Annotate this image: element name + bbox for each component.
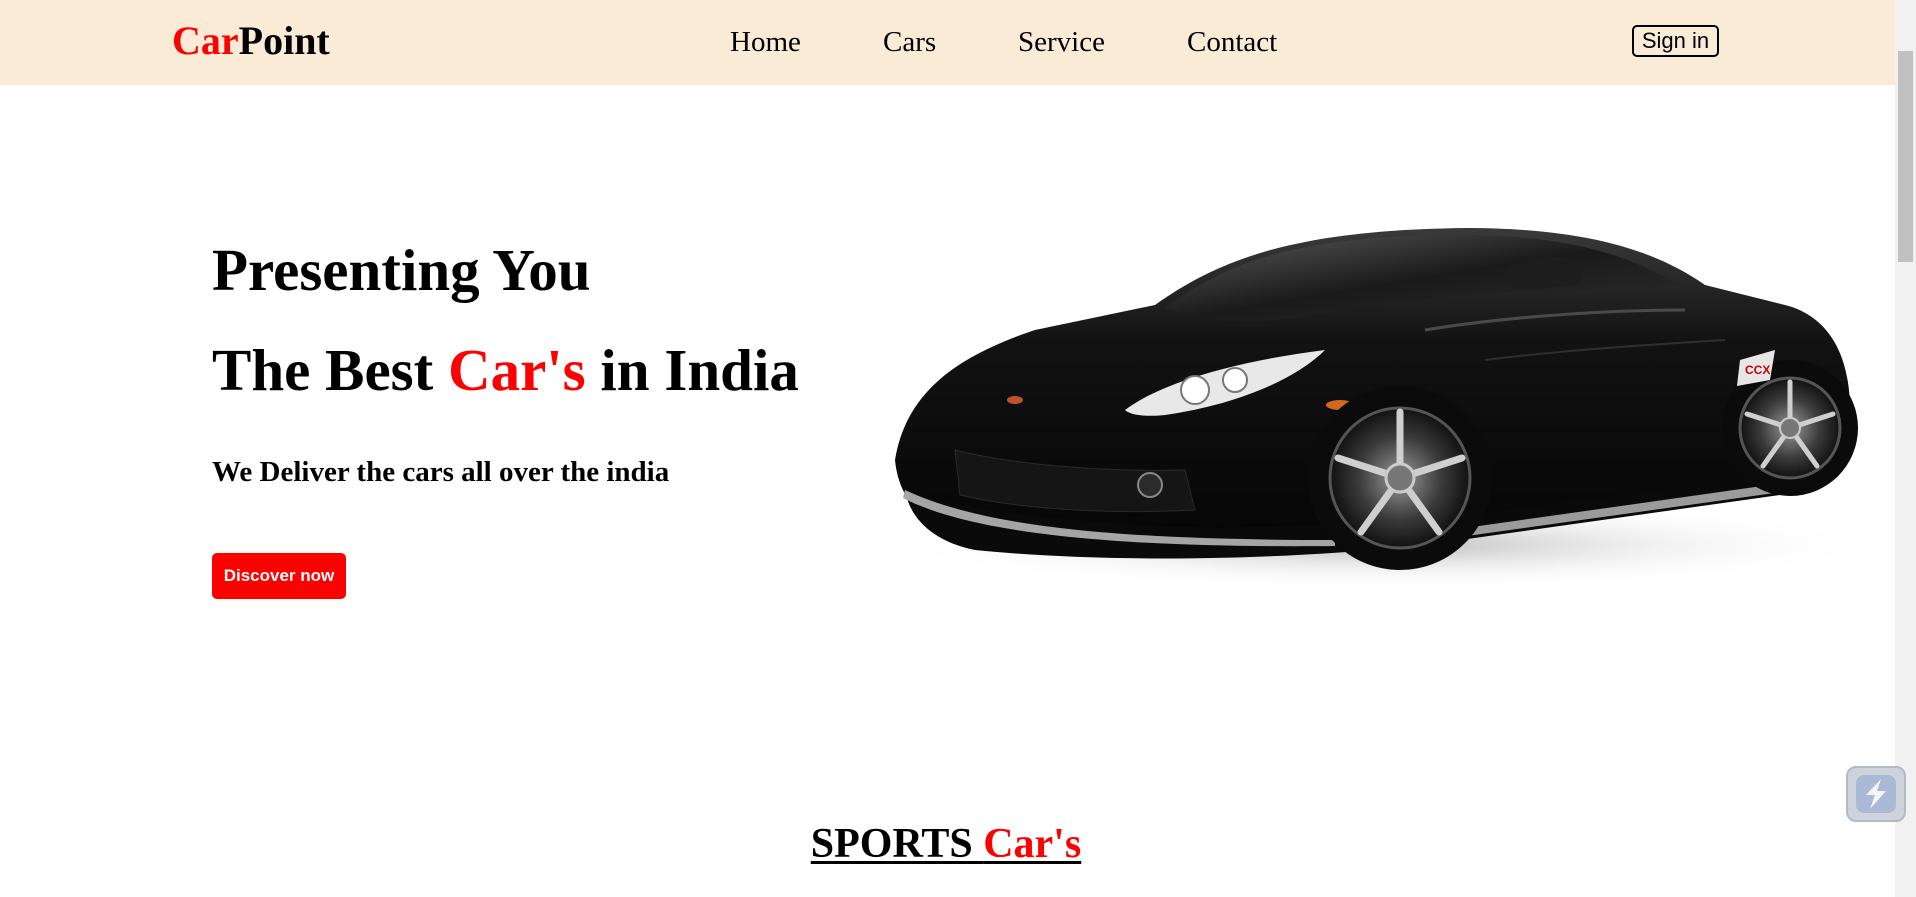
hero-car-image: CCX [865, 210, 1885, 592]
hero-line2-highlight: Car's [448, 337, 586, 403]
hero-line2-suffix: in India [585, 337, 799, 403]
navbar: CarPoint Home Cars Service Contact Sign … [0, 0, 1895, 85]
nav-home[interactable]: Home [730, 22, 801, 62]
logo-part-car: Car [172, 18, 239, 63]
lightning-bolt-icon [1856, 775, 1896, 813]
sports-heading-highlight: Car's [983, 821, 1082, 867]
hero-subtitle: We Deliver the cars all over the india [212, 456, 670, 488]
logo-part-point: Point [238, 18, 330, 63]
hero-heading-line2: The Best Car's in India [212, 336, 799, 404]
sports-cars-heading: SPORTS Car's [0, 818, 1892, 870]
nav-cars[interactable]: Cars [883, 22, 936, 62]
page-scrollbar[interactable] [1895, 0, 1916, 897]
scrollbar-thumb[interactable] [1898, 51, 1913, 262]
floating-widget-button[interactable] [1846, 766, 1906, 822]
nav-contact[interactable]: Contact [1187, 22, 1277, 62]
hero-line2-prefix: The Best [212, 337, 448, 403]
black-sports-car-icon: CCX [885, 228, 1885, 590]
sign-in-button[interactable]: Sign in [1632, 25, 1719, 57]
svg-text:CCX: CCX [1745, 363, 1770, 377]
sports-heading-text: SPORTS Car's [811, 818, 1081, 870]
sports-heading-prefix: SPORTS [810, 821, 984, 867]
site-logo[interactable]: CarPoint [172, 17, 330, 65]
nav-service[interactable]: Service [1018, 22, 1105, 62]
discover-now-button[interactable]: Discover now [212, 553, 346, 599]
hero-heading-line1: Presenting You [212, 237, 591, 303]
